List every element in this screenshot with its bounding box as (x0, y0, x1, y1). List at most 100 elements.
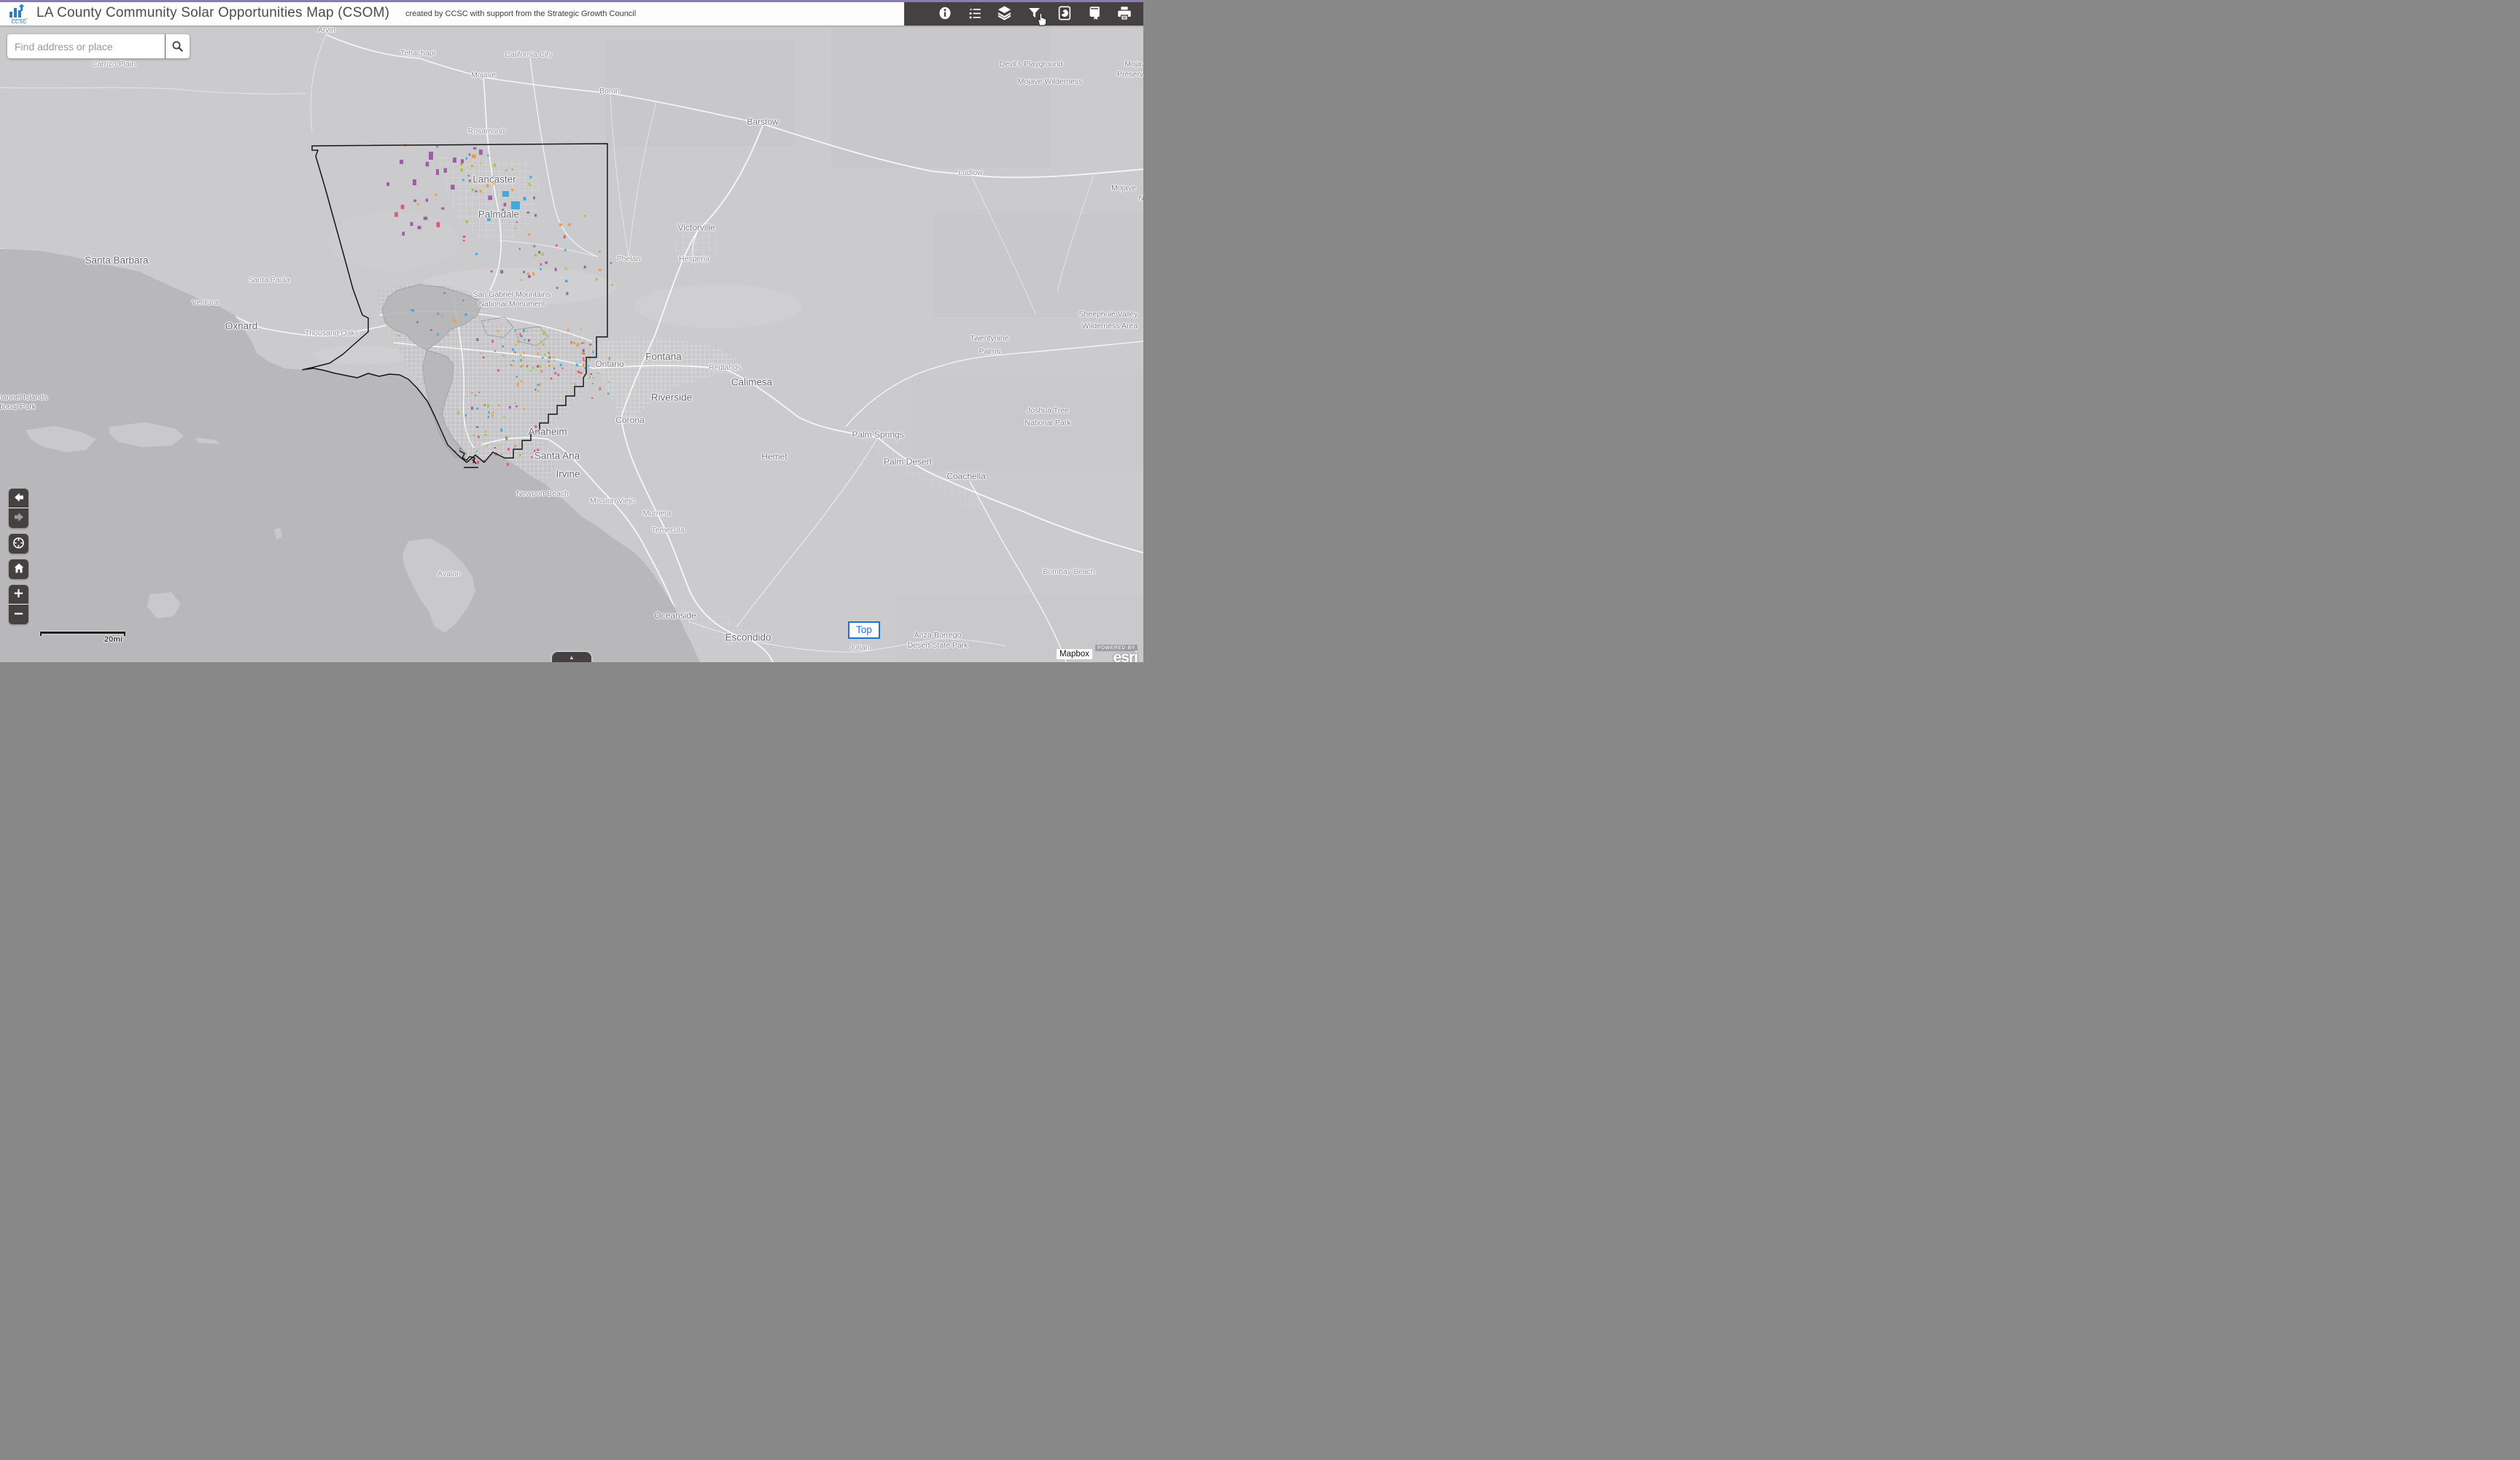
mapbox-attribution[interactable]: Mapbox (1057, 649, 1092, 659)
solar-parcel (579, 376, 580, 378)
info-button[interactable] (930, 0, 960, 26)
zoom-out-button[interactable] (9, 605, 28, 624)
solar-parcel (466, 158, 468, 160)
solar-parcel (491, 340, 494, 343)
solar-parcel (599, 388, 602, 390)
solar-parcel (511, 189, 513, 191)
solar-parcel (562, 368, 564, 369)
solar-parcel (506, 436, 508, 439)
solar-parcel (502, 346, 504, 348)
solar-parcel (564, 236, 566, 238)
solar-parcel (504, 203, 507, 206)
solar-parcel (583, 215, 586, 217)
bookmark-button[interactable] (1079, 0, 1109, 26)
solar-parcel (553, 360, 555, 361)
solar-parcel (524, 197, 526, 201)
solar-parcel (540, 370, 542, 373)
solar-parcel (596, 278, 598, 281)
solar-parcel (539, 349, 540, 350)
solar-parcel (527, 273, 529, 275)
solar-parcel (515, 403, 516, 404)
logo-text: CCSC (11, 18, 27, 25)
solar-parcel (475, 180, 477, 184)
solar-parcel (441, 314, 443, 317)
solar-parcel (498, 405, 499, 407)
solar-parcel (511, 365, 513, 367)
home-button[interactable] (9, 559, 28, 579)
solar-parcel (515, 330, 516, 332)
solar-parcel (502, 209, 504, 211)
forward-button[interactable] (9, 508, 28, 528)
scale-bar: 20mi (40, 632, 125, 644)
solar-parcel (534, 450, 535, 452)
solar-parcel (476, 338, 478, 341)
print-button[interactable] (1109, 0, 1139, 26)
solar-parcel (524, 408, 525, 410)
solar-parcel (410, 309, 412, 311)
solar-parcel (530, 370, 532, 372)
solar-parcel (463, 240, 465, 241)
solar-parcel (548, 360, 549, 362)
solar-parcel (493, 182, 495, 185)
solar-parcel (463, 236, 465, 238)
solar-parcel (591, 397, 594, 399)
chart-button[interactable] (1049, 0, 1079, 26)
solar-parcel (468, 175, 470, 176)
solar-parcel (491, 271, 493, 273)
solar-parcel (538, 365, 540, 366)
solar-parcel (475, 395, 477, 396)
solar-parcel (402, 232, 405, 236)
solar-parcel (441, 207, 444, 209)
solar-parcel (565, 268, 567, 270)
solar-parcel (554, 372, 556, 374)
search-button[interactable] (165, 34, 190, 58)
solar-parcel (513, 360, 514, 362)
solar-parcel (540, 263, 542, 265)
solar-parcel (571, 341, 572, 343)
zoom-in-button[interactable] (9, 585, 28, 605)
solar-parcel (472, 155, 476, 158)
solar-parcel (473, 435, 475, 437)
solar-parcel (503, 354, 505, 357)
locate-button[interactable] (9, 534, 28, 554)
top-button[interactable]: Top (848, 621, 880, 639)
page-title: LA County Community Solar Opportunities … (36, 5, 389, 21)
solar-parcel (584, 265, 586, 268)
search-icon (171, 40, 184, 53)
solar-parcel (542, 253, 544, 256)
legend-button[interactable] (960, 0, 989, 26)
layers-button[interactable] (989, 0, 1019, 26)
solar-parcel (526, 331, 528, 333)
solar-parcel (476, 426, 478, 428)
attribute-panel-tab[interactable]: ▲ (552, 652, 591, 662)
esri-logo: POWERED BY esri (1095, 640, 1138, 662)
solar-parcel (473, 147, 476, 150)
filter-button[interactable] (1019, 0, 1049, 26)
solar-parcel (435, 194, 437, 196)
plus-icon (12, 587, 25, 602)
map-canvas[interactable] (0, 0, 1143, 662)
solar-parcel (588, 358, 591, 360)
map-toolbar (904, 0, 1143, 26)
solar-parcel (593, 377, 594, 378)
search-widget (7, 34, 190, 58)
solar-parcel (592, 383, 594, 384)
search-input[interactable] (7, 34, 165, 58)
solar-parcel (386, 182, 389, 186)
solar-parcel (578, 343, 580, 345)
solar-parcel (542, 333, 545, 335)
solar-parcel (583, 349, 585, 352)
solar-parcel (576, 364, 578, 367)
solar-parcel (517, 341, 519, 343)
solar-parcel (401, 205, 405, 209)
back-button[interactable] (9, 489, 28, 508)
solar-parcel (583, 357, 584, 360)
solar-parcel (611, 284, 613, 286)
solar-parcel (606, 362, 608, 363)
solar-parcel (497, 330, 499, 332)
solar-parcel (465, 314, 467, 317)
solar-parcel (460, 163, 463, 166)
solar-parcel (476, 408, 478, 410)
solar-parcel (462, 299, 464, 301)
locate-icon (12, 536, 26, 552)
